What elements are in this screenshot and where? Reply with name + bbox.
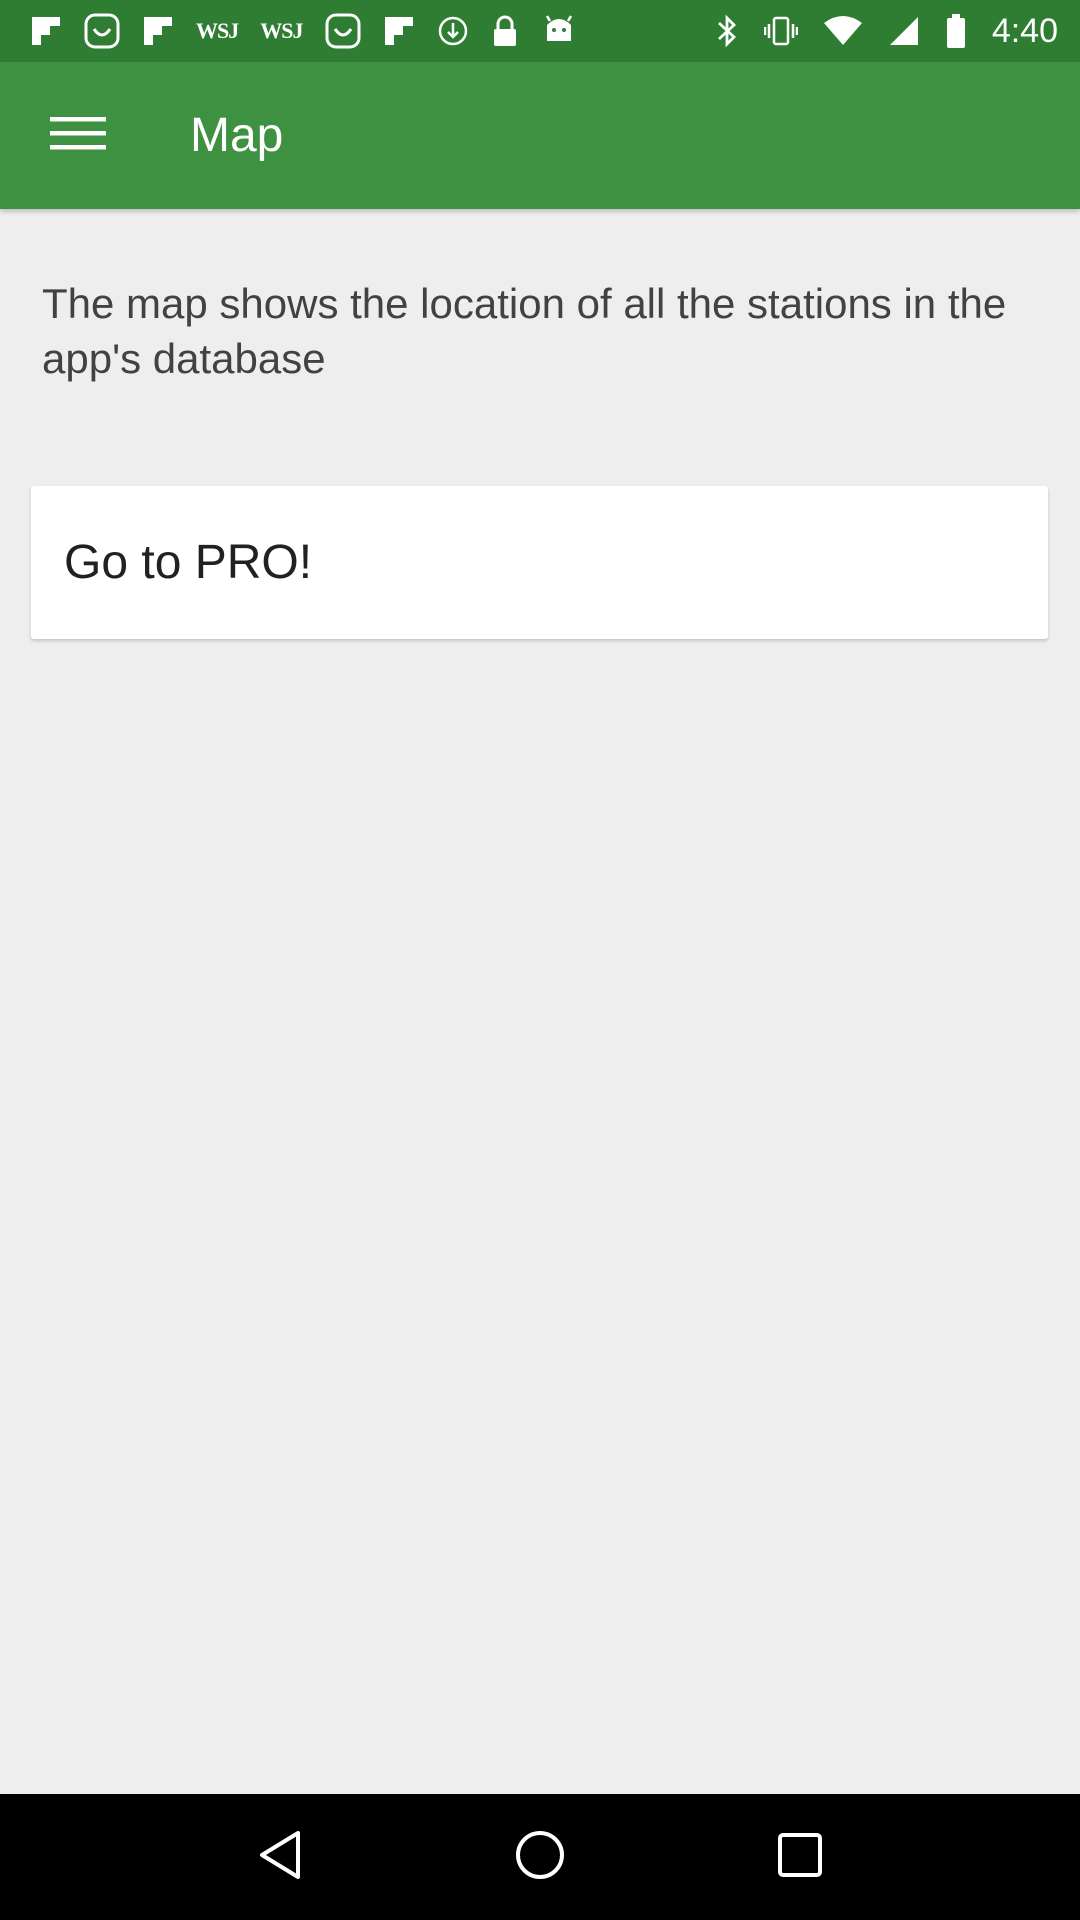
- recents-button[interactable]: [755, 1812, 845, 1902]
- status-bar: WSJ WSJ 4:40: [0, 0, 1080, 62]
- flipboard-icon: [383, 11, 415, 51]
- vibrate-icon: [763, 11, 798, 51]
- wifi-icon: [823, 11, 862, 51]
- notification-icons: WSJ WSJ: [0, 11, 577, 51]
- system-icons: 4:40: [716, 11, 1080, 51]
- go-to-pro-label: Go to PRO!: [64, 536, 313, 589]
- smiley-icon: [325, 11, 361, 51]
- lock-icon: [491, 11, 519, 51]
- download-icon: [437, 11, 469, 51]
- bluetooth-icon: [716, 11, 738, 51]
- smiley-icon: [84, 11, 120, 51]
- status-clock: 4:40: [991, 11, 1058, 50]
- android-icon: [541, 11, 577, 51]
- screen: WSJ WSJ 4:40 Map The map shows the locat…: [0, 0, 1080, 1920]
- home-icon: [514, 1829, 566, 1886]
- signal-icon: [888, 11, 920, 51]
- hamburger-menu-icon: [50, 113, 106, 158]
- go-to-pro-button[interactable]: Go to PRO!: [31, 486, 1048, 639]
- map-description: The map shows the location of all the st…: [42, 280, 1007, 382]
- flipboard-icon: [142, 11, 174, 51]
- menu-button[interactable]: [38, 96, 118, 176]
- wsj-icon: WSJ: [196, 18, 239, 43]
- home-button[interactable]: [495, 1812, 585, 1902]
- back-icon: [256, 1829, 304, 1886]
- back-button[interactable]: [235, 1812, 325, 1902]
- recents-icon: [776, 1831, 824, 1884]
- page-title: Map: [190, 109, 284, 162]
- wsj-icon: WSJ: [260, 18, 303, 43]
- navigation-bar: [0, 1794, 1080, 1920]
- flipboard-icon: [30, 11, 62, 51]
- app-bar: Map: [0, 62, 1080, 209]
- battery-icon: [946, 11, 966, 51]
